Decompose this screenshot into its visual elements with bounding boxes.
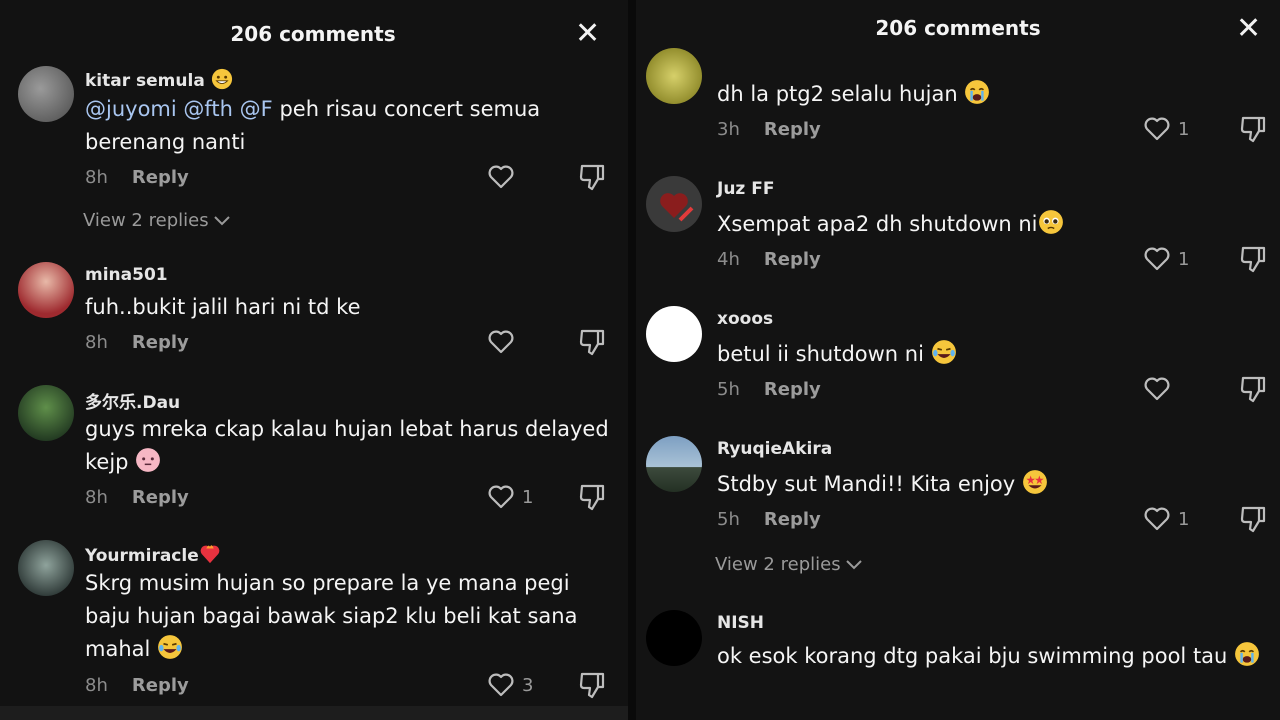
like-button[interactable] <box>488 329 522 355</box>
comment-text: Xsempat apa2 dh shutdown ni <box>717 208 1157 241</box>
crying-emoji-icon <box>1235 642 1259 666</box>
comment-text: dh la ptg2 selalu hujan <box>717 78 1137 111</box>
heart-outline-icon <box>1144 377 1170 401</box>
laughing-tears-emoji-icon <box>931 340 956 364</box>
comment-meta: 5h Reply <box>717 379 821 400</box>
like-count: 3 <box>522 674 534 696</box>
avatar[interactable] <box>18 385 74 441</box>
avatar[interactable] <box>18 540 74 596</box>
thumbs-down-icon[interactable] <box>1239 505 1267 533</box>
avatar[interactable] <box>646 610 702 666</box>
comment-username[interactable]: kitar semula <box>85 68 233 91</box>
comment-text: guys mreka ckap kalau hujan lebat harus … <box>85 417 609 474</box>
bottom-bar <box>0 706 628 720</box>
grin-emoji-icon <box>211 68 232 90</box>
like-button[interactable]: 1 <box>1144 246 1189 272</box>
thumbs-down-icon[interactable] <box>1239 115 1267 143</box>
thumbs-down-icon[interactable] <box>578 671 606 699</box>
chevron-down-icon <box>846 560 863 570</box>
comment-meta: 8h Reply <box>85 167 189 188</box>
comment-username[interactable]: 多尔乐.Dau <box>85 388 180 413</box>
like-count: 1 <box>1178 118 1190 140</box>
comment-username[interactable]: xooos <box>717 309 773 329</box>
comment-text: @juyomi @fth @F peh risau concert semua … <box>85 97 541 154</box>
panel-divider <box>628 0 636 720</box>
heart-on-fire-emoji-icon <box>200 545 220 564</box>
like-button[interactable]: 1 <box>1144 506 1189 532</box>
close-icon[interactable]: ✕ <box>575 19 600 49</box>
like-button[interactable]: 1 <box>488 484 533 510</box>
comment-username[interactable]: RyuqieAkira <box>717 439 832 459</box>
comment-username[interactable]: Juz FF <box>717 179 774 199</box>
comment-meta: 3h Reply <box>717 119 821 140</box>
like-button[interactable]: 3 <box>488 672 533 698</box>
reply-button[interactable]: Reply <box>132 675 189 696</box>
like-button[interactable]: 1 <box>1144 116 1189 142</box>
comment-text: betul ii shutdown ni <box>717 338 1137 371</box>
thumbs-down-icon[interactable] <box>578 163 606 191</box>
heart-avatar-icon <box>660 193 694 222</box>
like-button[interactable] <box>1144 376 1178 402</box>
heart-outline-icon <box>488 485 514 509</box>
reply-button[interactable]: Reply <box>132 332 189 353</box>
thumbs-down-icon[interactable] <box>578 483 606 511</box>
heart-outline-icon <box>488 673 514 697</box>
view-replies-button[interactable]: View 2 replies <box>715 554 863 575</box>
mention-link[interactable]: @juyomi <box>85 97 177 121</box>
thumbs-down-icon[interactable] <box>578 328 606 356</box>
reply-button[interactable]: Reply <box>132 487 189 508</box>
heart-outline-icon <box>488 165 514 189</box>
thumbs-down-icon[interactable] <box>1239 375 1267 403</box>
comment-username[interactable]: Yourmiracle <box>85 543 221 566</box>
heart-outline-icon <box>1144 247 1170 271</box>
crying-emoji-icon <box>965 80 990 104</box>
close-icon[interactable]: ✕ <box>1236 14 1261 44</box>
reply-button[interactable]: Reply <box>132 167 189 188</box>
thumbs-down-icon[interactable] <box>1239 245 1267 273</box>
comment-meta: 5h Reply <box>717 509 821 530</box>
comment-text: Skrg musim hujan so prepare la ye mana p… <box>85 571 578 661</box>
reply-button[interactable]: Reply <box>764 379 821 400</box>
reply-button[interactable]: Reply <box>764 249 821 270</box>
chevron-down-icon <box>214 216 231 226</box>
comment-username[interactable]: NISH <box>717 613 764 633</box>
comment-text: fuh..bukit jalil hari ni td ke <box>85 295 361 319</box>
like-count: 1 <box>522 486 534 508</box>
heart-outline-icon <box>488 330 514 354</box>
mention-link[interactable]: @fth <box>183 97 233 121</box>
comment-meta: 8h Reply <box>85 332 189 353</box>
avatar[interactable] <box>18 262 74 318</box>
mention-link[interactable]: @F <box>240 97 273 121</box>
avatar[interactable] <box>646 436 702 492</box>
avatar[interactable] <box>18 66 74 122</box>
heart-outline-icon <box>1144 507 1170 531</box>
pleading-emoji-icon <box>1038 210 1063 234</box>
avatar[interactable] <box>646 48 702 104</box>
comment-username[interactable]: mina501 <box>85 265 168 285</box>
laughing-tears-emoji-icon <box>158 635 182 659</box>
comment-meta: 8h Reply <box>85 487 189 508</box>
blush-emoji-icon <box>136 448 161 472</box>
view-replies-button[interactable]: View 2 replies <box>83 210 231 231</box>
comment-text: Stdby sut Mandi!! Kita enjoy <box>717 468 1137 501</box>
avatar[interactable] <box>646 306 702 362</box>
like-count: 1 <box>1178 248 1190 270</box>
comments-count-title: 206 comments <box>875 16 1041 40</box>
comment-text: ok esok korang dtg pakai bju swimming po… <box>717 640 1272 673</box>
comments-panel-left: 206 comments ✕ kitar semula @juyomi @fth… <box>0 0 628 720</box>
reply-button[interactable]: Reply <box>764 119 821 140</box>
star-struck-emoji-icon <box>1022 470 1047 494</box>
comment-meta: 8h Reply <box>85 675 189 696</box>
comments-panel-right: 206 comments ✕ dh la ptg2 selalu hujan 3… <box>636 0 1280 720</box>
like-button[interactable] <box>488 164 522 190</box>
comment-meta: 4h Reply <box>717 249 821 270</box>
like-count: 1 <box>1178 508 1190 530</box>
comments-count-title: 206 comments <box>230 22 396 46</box>
heart-outline-icon <box>1144 117 1170 141</box>
reply-button[interactable]: Reply <box>764 509 821 530</box>
avatar[interactable] <box>646 176 702 232</box>
